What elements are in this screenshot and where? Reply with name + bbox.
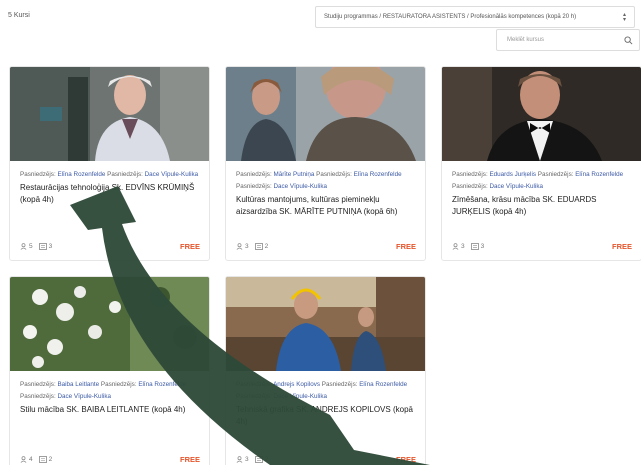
course-thumbnail[interactable]	[10, 277, 209, 371]
teacher-link[interactable]: Mārīte Putniņa	[273, 171, 314, 178]
program-filter-value: Studiju programmas / RESTAURATORA ASISTE…	[324, 14, 577, 20]
course-card[interactable]: Pasniedzējs: Mārīte Putniņa Pasniedzējs:…	[225, 66, 426, 261]
course-count: 5 Kursi	[8, 12, 30, 19]
course-thumbnail[interactable]	[442, 67, 641, 161]
price-badge: FREE	[179, 454, 200, 464]
teacher-link[interactable]: Baiba Leitlante	[57, 381, 99, 388]
course-title[interactable]: Tehniskā grafika SK. ANDREJS KOPILOVS (k…	[236, 404, 415, 428]
course-thumbnail[interactable]	[10, 67, 209, 161]
students-icon	[236, 455, 243, 463]
lessons-icon	[254, 242, 263, 250]
teacher-link[interactable]: Elīna Rozenfelde	[575, 171, 623, 178]
lessons-icon	[38, 242, 47, 250]
search-placeholder: Meklēt kursus	[507, 37, 545, 43]
course-footer: 4 2 FREE	[20, 454, 200, 464]
teacher-link[interactable]: Dace Vīpule-Kulika	[489, 183, 543, 190]
sort-arrows-icon: ▴ ▾	[622, 12, 626, 23]
price-badge: FREE	[395, 454, 416, 464]
course-thumbnail[interactable]	[226, 67, 425, 161]
course-footer: 3 3 FREE	[452, 241, 632, 251]
students-icon	[20, 455, 27, 463]
teacher-list: Pasniedzējs: Mārīte Putniņa Pasniedzējs:…	[236, 171, 402, 190]
program-filter-select[interactable]: Studiju programmas / RESTAURATORA ASISTE…	[315, 6, 635, 28]
teacher-link[interactable]: Elīna Rozenfelde	[138, 381, 186, 388]
price-badge: FREE	[611, 241, 632, 251]
course-card[interactable]: Pasniedzējs: Andrejs Kopilovs Pasniedzēj…	[225, 276, 426, 465]
students-icon	[236, 242, 243, 250]
teacher-link[interactable]: Elīna Rozenfelde	[354, 171, 402, 178]
teacher-link[interactable]: Eduards Jurķelis	[489, 171, 536, 178]
course-card[interactable]: Pasniedzējs: Elīna Rozenfelde Pasniedzēj…	[9, 66, 210, 261]
price-badge: FREE	[395, 241, 416, 251]
course-footer: 3 2 FREE	[236, 454, 416, 464]
teacher-list: Pasniedzējs: Baiba Leitlante Pasniedzējs…	[20, 381, 187, 400]
teacher-link[interactable]: Andrejs Kopilovs	[273, 381, 320, 388]
course-title[interactable]: Restaurācijas tehnoloģija Sk. EDVĪNS KRŪ…	[20, 182, 199, 206]
teacher-list: Pasniedzējs: Eduards Jurķelis Pasniedzēj…	[452, 171, 624, 190]
course-card[interactable]: Pasniedzējs: Baiba Leitlante Pasniedzējs…	[9, 276, 210, 465]
teacher-list: Pasniedzējs: Andrejs Kopilovs Pasniedzēj…	[236, 381, 408, 400]
course-title[interactable]: Kultūras mantojums, kultūras pieminekļu …	[236, 194, 415, 218]
teacher-link[interactable]: Elīna Rozenfelde	[359, 381, 407, 388]
lessons-icon	[470, 242, 479, 250]
search-input[interactable]: Meklēt kursus	[496, 29, 640, 51]
students-icon	[452, 242, 459, 250]
teacher-link[interactable]: Dace Vīpule-Kulika	[57, 393, 111, 400]
teacher-link[interactable]: Dace Vīpule-Kulika	[145, 171, 199, 178]
teacher-link[interactable]: Dace Vīpule-Kulika	[273, 183, 327, 190]
course-card[interactable]: Pasniedzējs: Eduards Jurķelis Pasniedzēj…	[441, 66, 641, 261]
course-footer: 3 2 FREE	[236, 241, 416, 251]
course-footer: 5 3 FREE	[20, 241, 200, 251]
lessons-icon	[254, 455, 263, 463]
teacher-link[interactable]: Dace Vīpule-Kulika	[273, 393, 327, 400]
teacher-link[interactable]: Elīna Rozenfelde	[57, 171, 105, 178]
search-icon[interactable]	[624, 36, 633, 45]
course-title[interactable]: Stilu mācība SK. BAIBA LEITLANTE (kopā 4…	[20, 404, 199, 416]
course-title[interactable]: Zīmēšana, krāsu mācība SK. EDUARDS JURĶE…	[452, 194, 631, 218]
price-badge: FREE	[179, 241, 200, 251]
course-thumbnail[interactable]	[226, 277, 425, 371]
teacher-list: Pasniedzējs: Elīna Rozenfelde Pasniedzēj…	[20, 171, 199, 178]
students-icon	[20, 242, 27, 250]
lessons-icon	[38, 455, 47, 463]
